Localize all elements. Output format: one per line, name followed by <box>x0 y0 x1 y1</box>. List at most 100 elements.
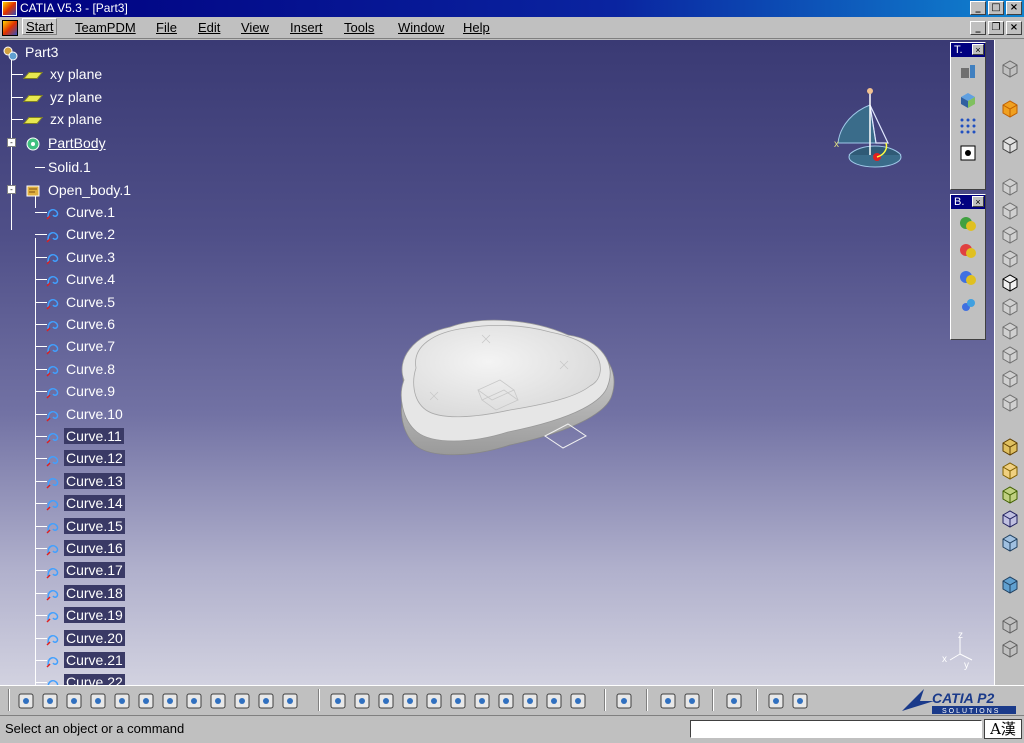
pad-icon[interactable] <box>1000 176 1020 196</box>
menu-help[interactable]: Help <box>463 20 490 35</box>
menu-start[interactable]: Start <box>22 18 58 35</box>
minimize-button[interactable]: _ <box>970 1 986 15</box>
tree-item-zx-plane[interactable]: zx plane <box>22 110 104 128</box>
tree-item-curve[interactable]: Curve.15 <box>46 517 125 535</box>
menu-edit[interactable]: Edit <box>198 20 220 35</box>
copy-icon[interactable] <box>136 691 156 711</box>
ime-indicator[interactable]: A漢 <box>984 719 1022 739</box>
tree-item-curve[interactable]: Curve.12 <box>46 449 125 467</box>
tree-item-curve[interactable]: Curve.11 <box>46 427 124 445</box>
menu-teampdm[interactable]: TeamPDM <box>75 20 136 35</box>
mirror-icon[interactable] <box>1000 638 1020 658</box>
zoom-out-icon[interactable] <box>448 691 468 711</box>
tree-item-curve[interactable]: Curve.9 <box>46 382 117 400</box>
specification-tree[interactable]: Part3 xy plane yz plane zx plane - PartB… <box>0 40 200 685</box>
tree-item-solid[interactable]: Solid.1 <box>46 158 93 176</box>
tree-item-xy-plane[interactable]: xy plane <box>22 65 104 83</box>
boolean-intersect-icon[interactable] <box>955 293 981 317</box>
tree-item-curve[interactable]: Curve.13 <box>46 472 125 490</box>
rib-icon[interactable] <box>1000 296 1020 316</box>
print-icon[interactable] <box>88 691 108 711</box>
doc-minimize-button[interactable]: _ <box>970 21 986 35</box>
pocket-icon[interactable] <box>1000 200 1020 220</box>
part-model[interactable] <box>390 280 630 480</box>
remove-loft-icon[interactable] <box>1000 392 1020 412</box>
redo-icon[interactable] <box>208 691 228 711</box>
tree-item-curve[interactable]: Curve.7 <box>46 337 117 355</box>
thickness-icon[interactable] <box>1000 532 1020 552</box>
groove-icon[interactable] <box>1000 248 1020 268</box>
cut-icon[interactable] <box>112 691 132 711</box>
tree-item-curve[interactable]: Curve.3 <box>46 248 117 266</box>
menu-insert[interactable]: Insert <box>290 20 323 35</box>
new-file-icon[interactable] <box>16 691 36 711</box>
table-icon[interactable] <box>256 691 276 711</box>
menu-file[interactable]: File <box>156 20 177 35</box>
tree-item-curve[interactable]: Curve.22 <box>46 673 125 685</box>
sketcher-icon[interactable] <box>1000 134 1020 154</box>
rotate-icon[interactable] <box>400 691 420 711</box>
toolbar-title[interactable]: T. × <box>951 43 985 57</box>
pan-icon[interactable] <box>376 691 396 711</box>
tree-item-curve[interactable]: Curve.6 <box>46 315 117 333</box>
tree-item-curve[interactable]: Curve.18 <box>46 584 125 602</box>
tree-item-curve[interactable]: Curve.14 <box>46 494 125 512</box>
shaft-icon[interactable] <box>1000 224 1020 244</box>
doc-close-button[interactable]: × <box>1006 21 1022 35</box>
tree-item-yz-plane[interactable]: yz plane <box>22 88 104 106</box>
tree-root-part3[interactable]: Part3 <box>2 43 60 61</box>
quick-view-icon[interactable] <box>496 691 516 711</box>
paste-icon[interactable] <box>160 691 180 711</box>
fit-all-icon[interactable] <box>352 691 372 711</box>
tree-item-curve[interactable]: Curve.21 <box>46 651 125 669</box>
hide-show-icon[interactable] <box>544 691 564 711</box>
tree-item-curve[interactable]: Curve.2 <box>46 225 117 243</box>
edge-fillet-icon[interactable] <box>1000 436 1020 456</box>
knowledge-icon[interactable] <box>724 691 744 711</box>
collapse-open-body-icon[interactable]: - <box>7 185 16 194</box>
loft-icon[interactable] <box>1000 368 1020 388</box>
zoom-in-icon[interactable] <box>424 691 444 711</box>
3d-viewport[interactable]: x z x y Part3 xy plane yz plane zx plane… <box>0 40 994 685</box>
toolbar-title[interactable]: B. × <box>951 195 985 209</box>
maximize-button[interactable]: □ <box>988 1 1004 15</box>
toolbar-close-button[interactable]: × <box>972 44 984 55</box>
close-button[interactable]: × <box>1006 1 1022 15</box>
doc-restore-button[interactable]: ❐ <box>988 21 1004 35</box>
tree-item-curve[interactable]: Curve.16 <box>46 539 125 557</box>
menu-window[interactable]: Window <box>398 20 444 35</box>
render-style-icon[interactable] <box>955 60 981 84</box>
save-icon[interactable] <box>64 691 84 711</box>
lighting-icon[interactable] <box>790 691 810 711</box>
swap-visible-icon[interactable] <box>568 691 588 711</box>
toolbar-close-button[interactable]: × <box>972 196 984 207</box>
command-input[interactable] <box>690 720 982 738</box>
menu-view[interactable]: View <box>241 20 269 35</box>
tree-item-curve[interactable]: Curve.1 <box>46 203 117 221</box>
photo-studio-icon[interactable] <box>766 691 786 711</box>
select-mode-icon[interactable] <box>1000 58 1020 78</box>
normal-view-icon[interactable] <box>472 691 492 711</box>
slot-icon[interactable] <box>1000 320 1020 340</box>
hole-icon[interactable] <box>1000 272 1020 292</box>
undo-icon[interactable] <box>184 691 204 711</box>
split-icon[interactable] <box>1000 574 1020 594</box>
draft-icon[interactable] <box>1000 484 1020 504</box>
view-mode-icon[interactable] <box>955 87 981 111</box>
collapse-partbody-icon[interactable]: - <box>7 138 16 147</box>
tree-item-open-body[interactable]: Open_body.1 <box>25 181 133 199</box>
boolean-add-icon[interactable] <box>955 239 981 263</box>
select-arrow-icon[interactable] <box>1000 98 1020 118</box>
tree-item-curve[interactable]: Curve.4 <box>46 270 117 288</box>
tree-item-curve[interactable]: Curve.8 <box>46 360 117 378</box>
tree-item-curve[interactable]: Curve.20 <box>46 629 125 647</box>
shading-icon[interactable] <box>520 691 540 711</box>
tree-item-curve[interactable]: Curve.19 <box>46 606 125 624</box>
boolean-remove-icon[interactable] <box>955 266 981 290</box>
tree-item-curve[interactable]: Curve.10 <box>46 405 125 423</box>
chamfer-icon[interactable] <box>1000 460 1020 480</box>
compass-icon[interactable]: x <box>830 85 910 180</box>
formula-icon[interactable] <box>232 691 252 711</box>
shell-icon[interactable] <box>1000 508 1020 528</box>
fly-mode-icon[interactable] <box>328 691 348 711</box>
